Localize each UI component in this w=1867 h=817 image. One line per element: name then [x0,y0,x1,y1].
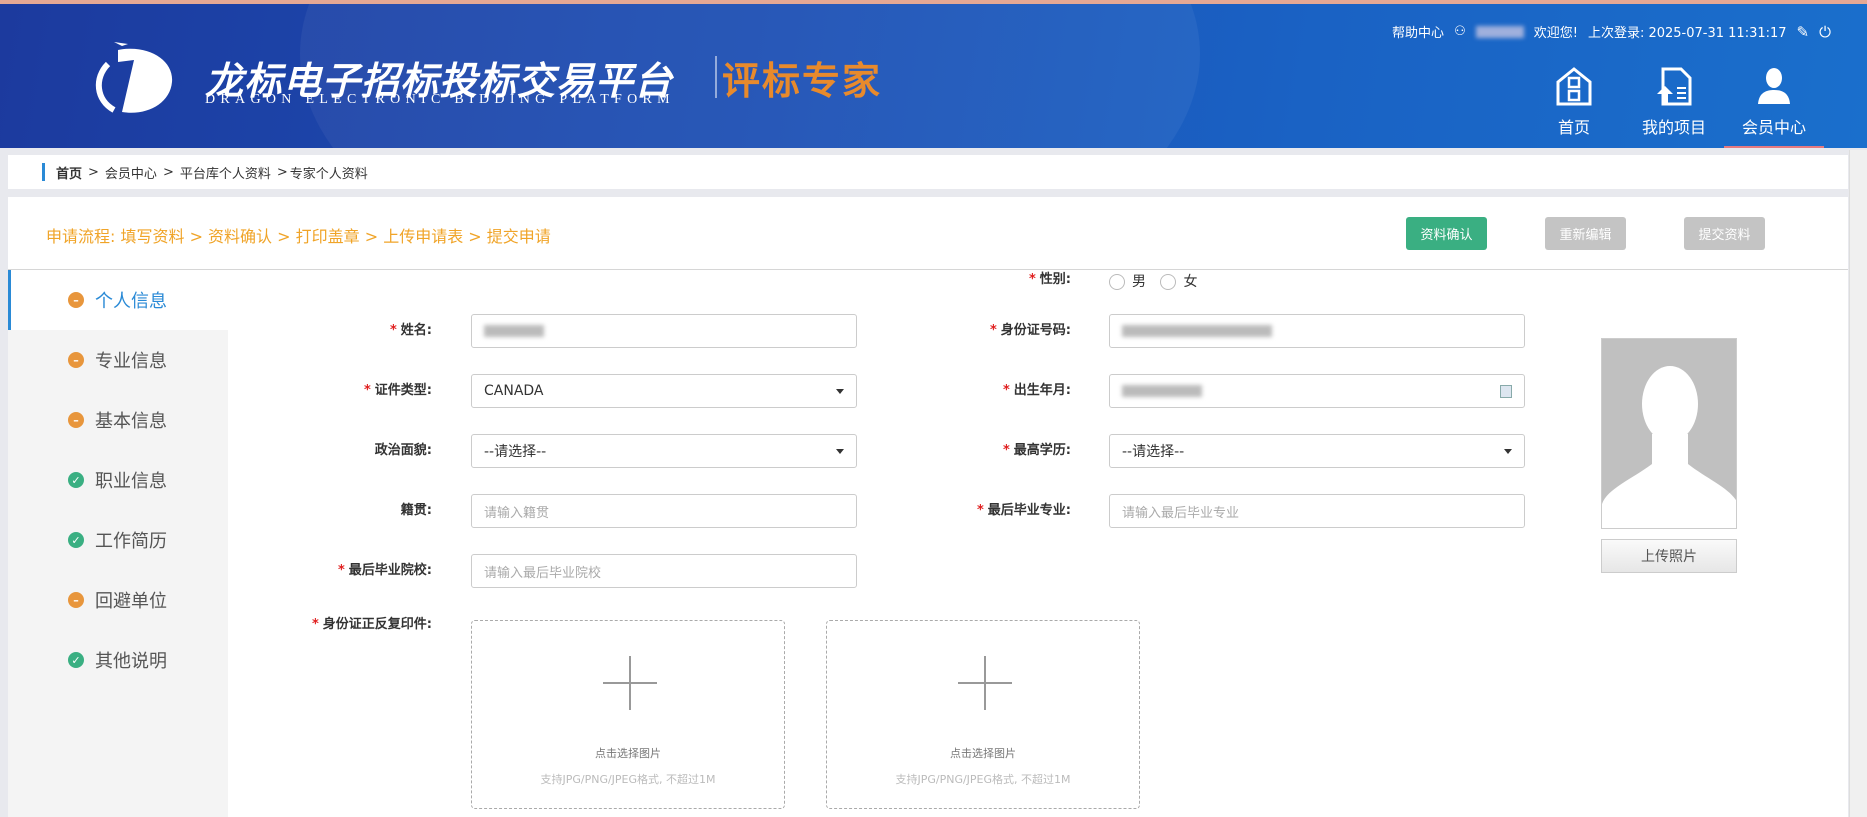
breadcrumb-current: 专家个人资料 [289,166,368,182]
reedit-button[interactable]: 重新编辑 [1545,217,1626,250]
political-select[interactable]: --请选择-- [471,434,857,468]
submit-button[interactable]: 提交资料 [1684,217,1765,250]
incomplete-icon: – [68,292,84,308]
role-subtitle: 评标专家 [722,59,883,103]
check-icon: ✓ [68,532,84,548]
scrollbar[interactable] [1849,150,1867,817]
id-type-label: * 证件类型: [363,383,432,398]
member-icon [1758,68,1790,104]
breadcrumb-home[interactable]: 首页 [56,163,82,182]
id-back-upload[interactable]: 点击选择图片 支持JPG/PNG/JPEG格式, 不超过1M [826,620,1140,809]
birth-redacted [1122,385,1202,397]
check-icon: ✓ [68,472,84,488]
incomplete-icon: – [68,592,84,608]
sidebar-item-label: 个人信息 [95,291,167,312]
sidebar-item-label: 回避单位 [95,591,167,612]
sidebar-item-basic[interactable]: – 基本信息 [8,390,228,450]
gender-male-radio[interactable] [1109,274,1125,290]
nav-home[interactable]: 首页 [1524,66,1624,138]
gender-radio-group: 男 女 [1109,271,1197,291]
sidebar-item-career[interactable]: ✓ 职业信息 [8,450,228,510]
platform-title-en: DRAGON ELECTRONIC BIDDING PLATFORM [205,92,675,107]
title-divider [715,56,717,98]
nav-member-center[interactable]: 会员中心 [1724,66,1824,148]
sidebar-item-label: 专业信息 [95,351,167,372]
breadcrumb: 首页 > 会员中心 > 平台库个人资料 > 专家个人资料 [8,155,1848,189]
edit-icon[interactable]: ✎ [1797,23,1810,41]
plus-icon [603,656,657,710]
name-label: * 姓名: [389,323,432,338]
sidebar-item-professional[interactable]: – 专业信息 [8,330,228,390]
incomplete-icon: – [68,352,84,368]
upload-hint: 点击选择图片 [595,747,661,760]
last-login-label: 上次登录: [1587,26,1645,41]
id-number-input[interactable] [1109,314,1525,348]
application-flow: 申请流程: 填写资料 > 资料确认 > 打印盖章 > 上传申请表 > 提交申请 [46,227,551,246]
upload-format-hint: 支持JPG/PNG/JPEG格式, 不超过1M [540,773,716,786]
upload-hint: 点击选择图片 [950,747,1016,760]
project-doc-icon [1657,67,1692,106]
person-silhouette-icon [1602,366,1736,528]
sidebar-item-resume[interactable]: ✓ 工作简历 [8,510,228,570]
upload-format-hint: 支持JPG/PNG/JPEG格式, 不超过1M [895,773,1071,786]
logo-icon [96,42,173,113]
last-login-time: 2025-07-31 11:31:17 [1648,26,1787,41]
sidebar-item-avoidance[interactable]: – 回避单位 [8,570,228,630]
chevron-down-icon [1504,449,1512,454]
gender-female-label: 女 [1183,274,1198,290]
incomplete-icon: – [68,412,84,428]
gender-male-label: 男 [1132,274,1146,290]
native-input[interactable]: 请输入籍贯 [471,494,857,528]
confirm-button[interactable]: 资料确认 [1406,217,1487,250]
sidebar-item-label: 工作简历 [95,531,167,552]
sidebar-item-label: 其他说明 [95,651,167,672]
name-redacted [484,325,544,337]
welcome-text: 欢迎您! [1533,26,1578,41]
nav-member-center-label: 会员中心 [1741,118,1806,137]
birth-label: * 出生年月: [1002,383,1071,398]
birth-date-input[interactable] [1109,374,1525,408]
check-icon: ✓ [68,652,84,668]
sidebar-item-personal[interactable]: – 个人信息 [8,270,228,330]
home-icon [1556,67,1592,106]
upload-photo-button[interactable]: 上传照片 [1601,539,1737,573]
sidebar-item-label: 职业信息 [95,471,167,492]
breadcrumb-member[interactable]: 会员中心 [105,163,157,182]
plus-icon [958,656,1012,710]
nav-my-projects[interactable]: 我的项目 [1624,66,1724,138]
school-label: * 最后毕业院校: [337,563,432,578]
id-copy-label: * 身份证正反复印件: [311,617,432,632]
gender-label: * 性别: [1028,272,1071,287]
id-front-upload[interactable]: 点击选择图片 支持JPG/PNG/JPEG格式, 不超过1M [471,620,785,809]
id-number-label: * 身份证号码: [989,323,1071,338]
id-number-redacted [1122,325,1272,337]
sidebar-item-label: 基本信息 [95,411,167,432]
breadcrumb-platform[interactable]: 平台库个人资料 [180,163,271,182]
name-input[interactable] [471,314,857,348]
sidebar: – 个人信息 – 专业信息 – 基本信息 ✓ 职业信息 ✓ 工作简历 – 回避单位 ✓ 其他说… [8,270,228,817]
calendar-icon[interactable] [1500,385,1512,398]
power-icon[interactable]: ⏻ [1819,23,1831,41]
nav-home-label: 首页 [1557,118,1590,137]
education-label: * 最高学历: [1002,443,1071,458]
education-select[interactable]: --请选择-- [1109,434,1525,468]
user-bar: 帮助中心 ⚇ 欢迎您! 上次登录: 2025-07-31 11:31:17 ✎ … [1392,22,1831,42]
main-panel: 申请流程: 填写资料 > 资料确认 > 打印盖章 > 上传申请表 > 提交申请 … [8,197,1848,817]
user-icon: ⚇ [1454,24,1466,39]
username-redacted [1475,25,1524,38]
avatar-placeholder [1601,338,1737,529]
nav-my-projects-label: 我的项目 [1641,118,1706,137]
header: 龙标电子招标投标交易平台 DRAGON ELECTRONIC BIDDING P… [0,4,1867,148]
chevron-down-icon [836,389,844,394]
id-type-select[interactable]: CANADA [471,374,857,408]
native-label: 籍贯: [400,503,432,518]
major-label: * 最后毕业专业: [976,503,1071,518]
political-label: 政治面貌: [374,443,432,458]
gender-female-radio[interactable] [1160,274,1177,290]
chevron-down-icon [836,449,844,454]
help-center-link[interactable]: 帮助中心 [1392,22,1444,41]
major-input[interactable]: 请输入最后毕业专业 [1109,494,1525,528]
sidebar-item-other[interactable]: ✓ 其他说明 [8,630,228,690]
school-input[interactable]: 请输入最后毕业院校 [471,554,857,588]
